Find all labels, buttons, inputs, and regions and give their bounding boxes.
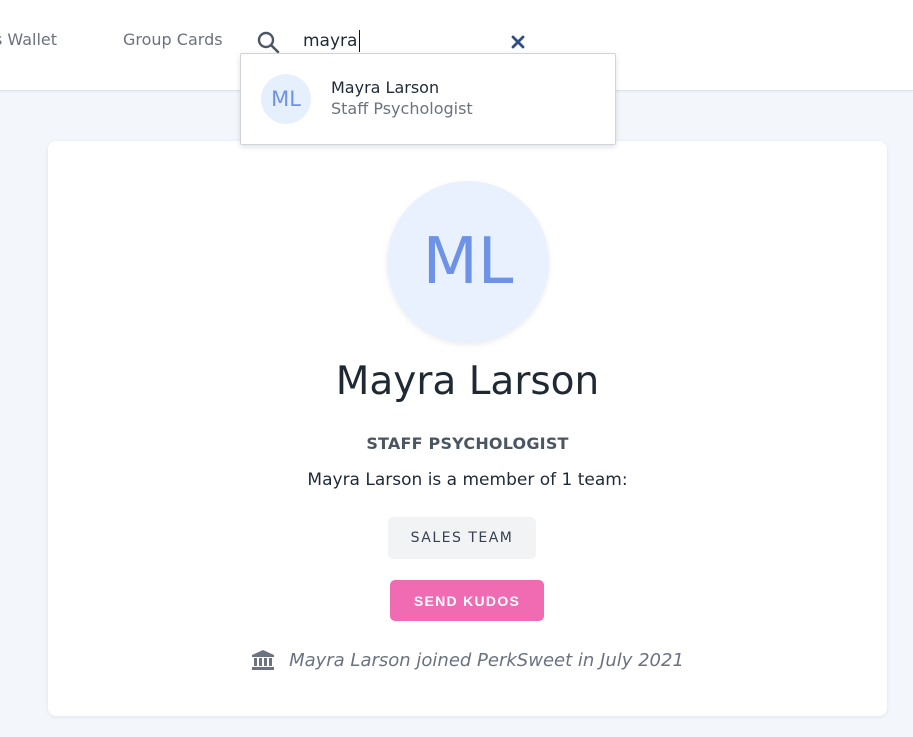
search-result-name: Mayra Larson [331, 78, 440, 97]
close-icon[interactable] [509, 33, 527, 51]
joined-text: Mayra Larson joined PerkSweet in July 20… [289, 649, 684, 671]
profile-card: ML Mayra Larson STAFF PSYCHOLOGIST Mayra… [48, 141, 887, 716]
search-result-title: Staff Psychologist [331, 99, 473, 118]
avatar: ML [261, 74, 311, 124]
nav-link-group-cards[interactable]: Group Cards [123, 30, 223, 49]
text-caret [359, 30, 360, 52]
team-membership-text: Mayra Larson is a member of 1 team: [307, 470, 628, 490]
search-input[interactable] [303, 26, 503, 56]
joined-info: Mayra Larson joined PerkSweet in July 20… [48, 649, 887, 671]
search-result-item[interactable]: ML Mayra Larson Staff Psychologist [241, 54, 615, 144]
bank-icon [251, 649, 275, 671]
team-chip-sales[interactable]: SALES TEAM [388, 517, 536, 559]
search-results-dropdown: ML Mayra Larson Staff Psychologist [240, 53, 616, 145]
profile-name: Mayra Larson [335, 359, 600, 404]
profile-title: STAFF PSYCHOLOGIST [366, 434, 569, 453]
nav-link-wallet[interactable]: s Wallet [0, 30, 57, 49]
profile-avatar: ML [387, 181, 549, 343]
send-kudos-button[interactable]: SEND KUDOS [390, 580, 544, 621]
